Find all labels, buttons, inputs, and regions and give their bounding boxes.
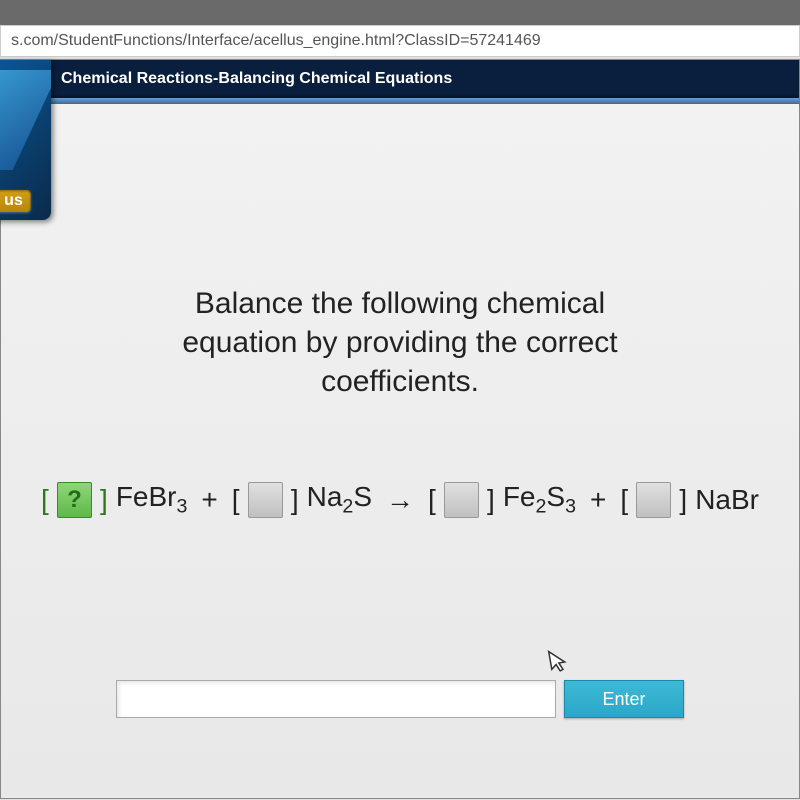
bracket-open-4: [: [620, 484, 628, 516]
plus-2: +: [590, 484, 606, 516]
logo-tag: us: [0, 190, 31, 212]
formula-fe2s3: Fe2S3: [503, 481, 576, 519]
coefficient-input-2[interactable]: [248, 482, 283, 518]
browser-frame: s.com/StudentFunctions/Interface/acellus…: [0, 25, 800, 800]
acellus-logo: us: [0, 60, 51, 220]
coefficient-input-1[interactable]: ?: [57, 482, 92, 518]
bracket-open-1: [: [41, 484, 49, 516]
plus-1: +: [201, 484, 217, 516]
address-bar[interactable]: s.com/StudentFunctions/Interface/acellus…: [0, 25, 800, 57]
bracket-open-2: [: [232, 484, 240, 516]
enter-button[interactable]: Enter: [564, 680, 684, 718]
bracket-close-2: ]: [291, 484, 299, 516]
coefficient-input-3[interactable]: [444, 482, 479, 518]
main-content: Balance the following chemical equation …: [1, 104, 799, 798]
chemical-equation: [ ? ] FeBr3 + [ ] Na2S → [ ] Fe2S3 + [ ]…: [41, 481, 759, 519]
bracket-close-4: ]: [679, 484, 687, 516]
answer-input[interactable]: [116, 680, 556, 718]
bracket-open-3: [: [428, 484, 436, 516]
formula-na2s: Na2S: [307, 481, 372, 519]
answer-area: Enter: [116, 680, 684, 718]
content-wrapper: Chemical Reactions-Balancing Chemical Eq…: [0, 59, 800, 799]
question-prompt: Balance the following chemical equation …: [41, 284, 759, 401]
formula-nabr: NaBr: [695, 484, 759, 516]
cursor-icon: [546, 647, 571, 682]
bracket-close-3: ]: [487, 484, 495, 516]
coefficient-input-4[interactable]: [636, 482, 671, 518]
formula-febr3: FeBr3: [116, 481, 188, 519]
lesson-title: Chemical Reactions-Balancing Chemical Eq…: [1, 60, 799, 98]
reaction-arrow: →: [386, 484, 414, 516]
bracket-close-1: ]: [100, 484, 108, 516]
